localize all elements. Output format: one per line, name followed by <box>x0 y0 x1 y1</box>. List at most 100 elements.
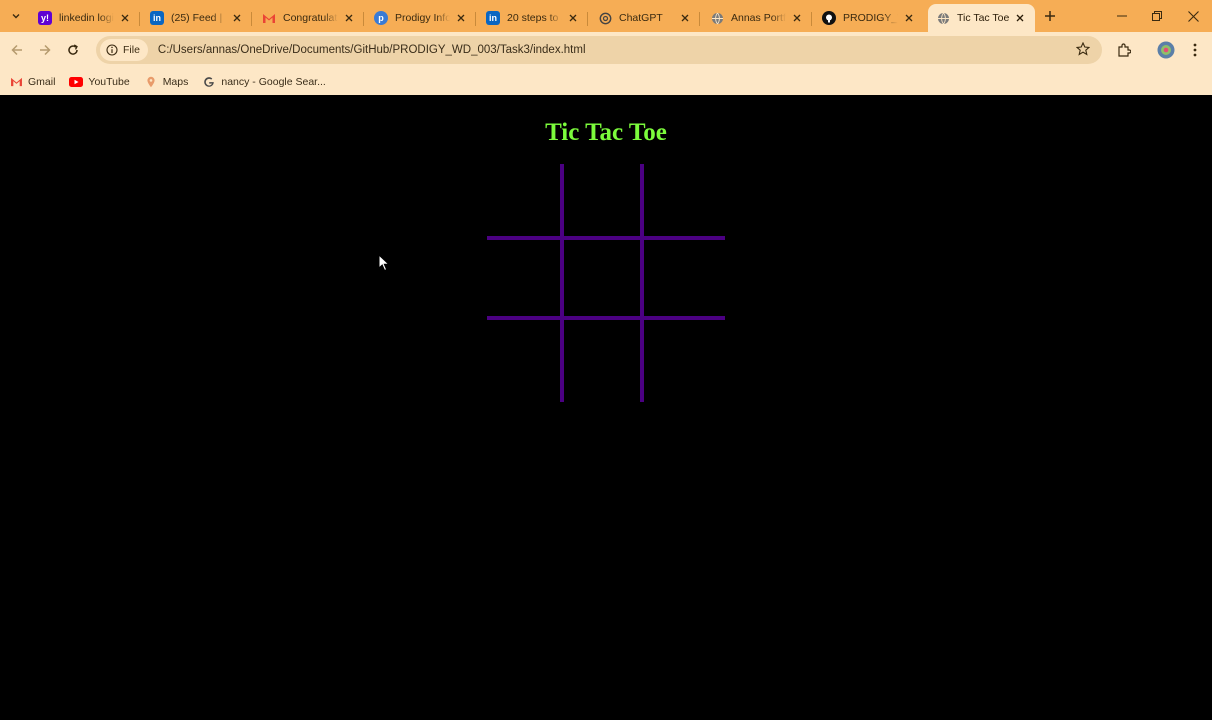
site-info-label: File <box>123 44 140 56</box>
tab-separator <box>363 12 364 26</box>
tab-title: 20 steps to a <box>507 12 562 24</box>
close-icon[interactable] <box>678 11 692 25</box>
tab-prodigy-infotech[interactable]: p Prodigy Infotech <box>366 4 476 32</box>
board-cell-8[interactable] <box>564 320 644 402</box>
menu-button[interactable] <box>1185 40 1205 60</box>
tab-linkedin-login[interactable]: y! linkedin login <box>30 4 140 32</box>
tab-prodigy-wd[interactable]: PRODIGY_WD <box>814 4 924 32</box>
tab-search-button[interactable] <box>6 7 26 25</box>
tab-title: (25) Feed | LinkedIn <box>171 12 226 24</box>
board-cell-6[interactable] <box>644 240 725 320</box>
page-viewport: Tic Tac Toe <box>0 95 1212 720</box>
close-icon <box>1187 10 1199 22</box>
bookmark-label: Gmail <box>28 75 56 88</box>
linkedin-icon: in <box>150 11 164 25</box>
reload-icon <box>68 44 78 55</box>
reload-button[interactable] <box>63 40 83 60</box>
restore-icon <box>1152 11 1162 21</box>
minimize-button[interactable] <box>1112 6 1132 26</box>
arrow-right-icon <box>40 44 51 56</box>
github-icon <box>822 11 836 25</box>
tab-strip: y! linkedin login in (25) Feed | LinkedI… <box>0 0 1212 32</box>
star-icon <box>1075 41 1091 56</box>
gmail-icon <box>262 11 276 25</box>
google-icon <box>202 75 216 89</box>
tab-linkedin-feed[interactable]: in (25) Feed | LinkedIn <box>142 4 252 32</box>
maps-icon <box>144 75 158 89</box>
forward-button[interactable] <box>35 40 55 60</box>
close-icon[interactable] <box>230 11 244 25</box>
linkedin-icon: in <box>486 11 500 25</box>
youtube-icon <box>69 75 84 89</box>
tab-tic-tac-toe[interactable]: Tic Tac Toe <box>928 4 1035 32</box>
mouse-cursor-icon <box>378 254 390 272</box>
close-icon[interactable] <box>1013 11 1027 25</box>
extensions-button[interactable] <box>1114 40 1134 60</box>
tab-separator <box>811 12 812 26</box>
board-cell-3[interactable] <box>644 164 725 240</box>
page-title: Tic Tac Toe <box>545 119 667 146</box>
globe-icon <box>936 11 950 25</box>
url-text[interactable]: C:/Users/annas/OneDrive/Documents/GitHub… <box>158 44 586 56</box>
globe-icon <box>710 11 724 25</box>
info-icon <box>106 44 118 56</box>
close-icon[interactable] <box>454 11 468 25</box>
tab-separator <box>699 12 700 26</box>
bookmark-gmail[interactable]: Gmail <box>9 75 55 89</box>
bookmark-star-button[interactable] <box>1075 41 1092 58</box>
tab-annas-portfolio[interactable]: Annas Portfolio <box>702 4 812 32</box>
site-info-chip[interactable]: File <box>100 39 148 61</box>
puzzle-icon <box>1118 43 1131 57</box>
close-icon[interactable] <box>902 11 916 25</box>
yahoo-icon: y! <box>38 11 52 25</box>
more-vertical-icon <box>1193 43 1197 57</box>
tab-separator <box>587 12 588 26</box>
chevron-down-icon <box>12 14 20 19</box>
board-cell-9[interactable] <box>644 320 725 402</box>
profile-avatar[interactable] <box>1156 40 1176 60</box>
chatgpt-icon <box>598 11 612 25</box>
close-icon[interactable] <box>342 11 356 25</box>
window-close-button[interactable] <box>1183 6 1203 26</box>
close-icon[interactable] <box>790 11 804 25</box>
tab-chatgpt[interactable]: ChatGPT <box>590 4 700 32</box>
board-cell-2[interactable] <box>564 164 644 240</box>
tab-congratulations[interactable]: Congratulations <box>254 4 364 32</box>
restore-button[interactable] <box>1147 6 1167 26</box>
tab-title: ChatGPT <box>619 12 663 24</box>
avatar-icon <box>1157 41 1175 59</box>
tab-20-steps[interactable]: in 20 steps to a <box>478 4 588 32</box>
new-tab-button[interactable] <box>1041 7 1059 25</box>
minimize-icon <box>1117 15 1127 17</box>
arrow-left-icon <box>11 44 22 56</box>
close-icon[interactable] <box>566 11 580 25</box>
bookmark-nancy-google-search[interactable]: nancy - Google Sear... <box>202 75 326 89</box>
bookmark-label: Maps <box>162 75 189 88</box>
address-bar[interactable]: File C:/Users/annas/OneDrive/Documents/G… <box>96 36 1102 64</box>
board-cell-5[interactable] <box>564 240 644 320</box>
close-icon[interactable] <box>118 11 132 25</box>
gmail-icon <box>9 75 23 89</box>
plus-icon <box>1045 11 1055 21</box>
tab-separator <box>475 12 476 26</box>
browser-toolbar: File C:/Users/annas/OneDrive/Documents/G… <box>0 32 1212 68</box>
tab-separator <box>139 12 140 26</box>
back-button[interactable] <box>7 40 27 60</box>
tab-title: linkedin login <box>59 12 114 24</box>
tab-title: Congratulations <box>283 12 338 24</box>
bookmarks-bar: Gmail YouTube Maps nancy - Google Sear..… <box>0 68 1212 95</box>
tab-title: Annas Portfolio <box>731 12 786 24</box>
board-cell-7[interactable] <box>487 320 564 402</box>
bookmark-youtube[interactable]: YouTube <box>69 75 130 89</box>
prodigy-icon: p <box>374 11 388 25</box>
board-cell-1[interactable] <box>487 164 564 240</box>
tab-title: Tic Tac Toe <box>957 12 1009 24</box>
bookmark-maps[interactable]: Maps <box>144 75 189 89</box>
tab-title: PRODIGY_WD <box>843 12 898 24</box>
tab-separator <box>251 12 252 26</box>
bookmark-label: nancy - Google Sear... <box>221 75 326 88</box>
board-cell-4[interactable] <box>487 240 564 320</box>
bookmark-label: YouTube <box>88 75 130 88</box>
game-board <box>487 164 725 402</box>
tab-title: Prodigy Infotech <box>395 12 450 24</box>
